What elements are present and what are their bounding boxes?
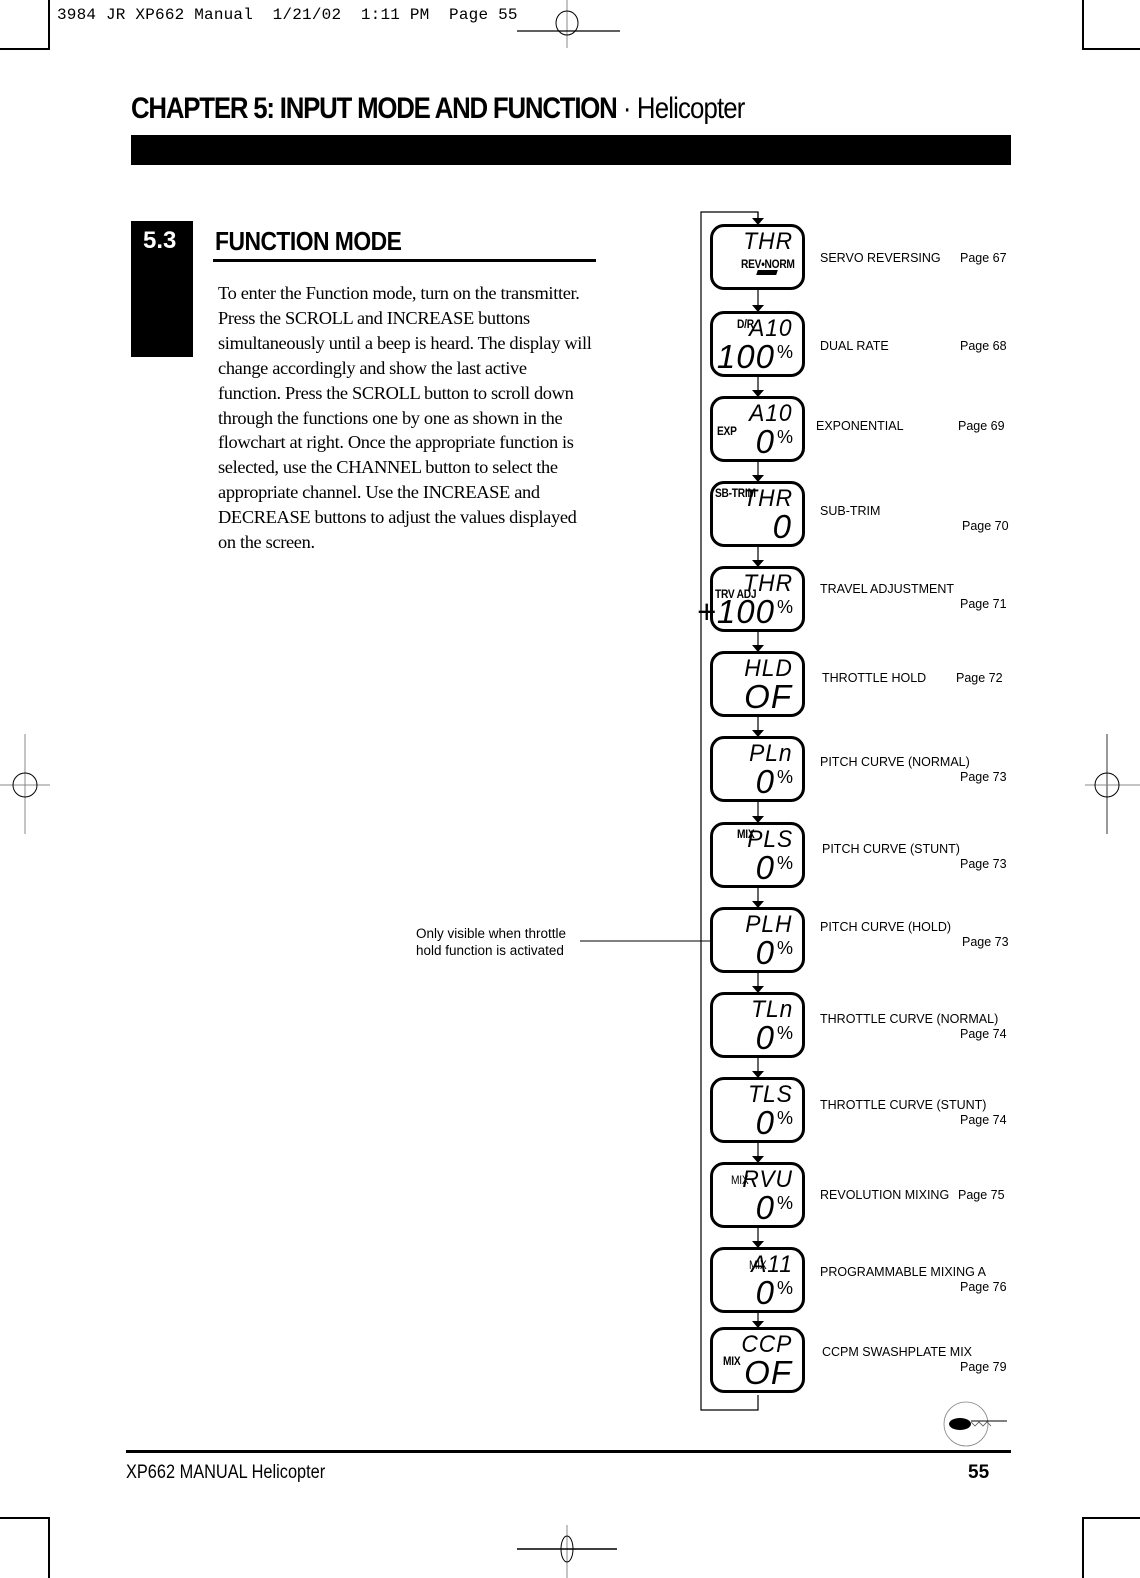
lcd-value-number: 0	[755, 849, 775, 886]
lcd-value: 0%	[756, 1189, 794, 1227]
lcd-pitch-curve-stunt: PLS MIX 0%	[710, 822, 805, 888]
lcd-throttle-curve-normal: TLn 0%	[710, 992, 805, 1058]
function-name: PITCH CURVE (STUNT)	[822, 842, 960, 856]
function-page: Page 73	[962, 935, 1009, 949]
lcd-value-number: 0	[755, 1189, 775, 1226]
function-name: THROTTLE CURVE (NORMAL)	[820, 1012, 999, 1026]
lcd-value: OF	[744, 678, 794, 716]
lcd-mode-label: REV•NORM	[741, 257, 795, 271]
lcd-value: 0%	[756, 1019, 794, 1057]
throttle-hold-note: Only visible when throttle hold function…	[416, 925, 566, 959]
lcd-mode-label: MIX	[749, 1258, 767, 1272]
flowchart-connectors	[580, 211, 764, 1411]
function-name: PROGRAMMABLE MIXING A	[820, 1265, 987, 1279]
function-name: TRAVEL ADJUSTMENT	[820, 582, 955, 596]
function-name: CCPM SWASHPLATE MIX	[822, 1345, 973, 1359]
lcd-value: 0%	[756, 1104, 794, 1142]
lcd-value: 100%	[717, 338, 794, 376]
lcd-value-number: 0	[755, 1274, 775, 1311]
lcd-value-number: 0	[755, 1104, 775, 1141]
lcd-servo-reversing: THR REV•NORM	[710, 224, 805, 290]
function-name: SERVO REVERSING	[820, 251, 941, 265]
footer-manual-title: XP662 MANUAL Helicopter	[126, 1462, 326, 1483]
lcd-mode-label: MIX	[737, 827, 755, 841]
lcd-percent: %	[776, 1278, 794, 1298]
lcd-value-number: 0	[755, 423, 775, 460]
lcd-percent: %	[776, 427, 794, 447]
lcd-mode-label: SB-TRIM	[715, 486, 756, 500]
lcd-value: 0%	[756, 423, 794, 461]
function-name: DUAL RATE	[820, 339, 889, 353]
lcd-exponential: A10 EXP 0%	[710, 396, 805, 462]
function-page: Page 70	[962, 519, 1009, 533]
lcd-value-number: +100	[696, 593, 775, 630]
helicopter-logo-icon	[943, 1401, 1007, 1447]
lcd-percent: %	[776, 1193, 794, 1213]
function-name: PITCH CURVE (NORMAL)	[820, 755, 970, 769]
lcd-value: OF	[744, 1354, 794, 1392]
lcd-revolution-mixing: RVU MIX 0%	[710, 1162, 805, 1228]
lcd-throttle-curve-stunt: TLS 0%	[710, 1077, 805, 1143]
lcd-dash-indicator	[756, 270, 778, 275]
lcd-value-number: 100	[716, 338, 775, 375]
lcd-percent: %	[776, 853, 794, 873]
function-name: PITCH CURVE (HOLD)	[820, 920, 952, 934]
lcd-percent: %	[776, 938, 794, 958]
lcd-programmable-mixing-a: A11 MIX 0%	[710, 1247, 805, 1313]
function-page: Page 76	[960, 1280, 1007, 1294]
function-page: Page 68	[960, 339, 1007, 353]
function-page: Page 79	[960, 1360, 1007, 1374]
lcd-value: 0%	[756, 934, 794, 972]
lcd-pitch-curve-normal: PLn 0%	[710, 736, 805, 802]
function-page: Page 74	[960, 1113, 1007, 1127]
lcd-value-number: 0	[755, 934, 775, 971]
lcd-ccpm-swashplate-mix: CCP MIX OF	[710, 1327, 805, 1393]
function-page: Page 71	[960, 597, 1007, 611]
function-name: THROTTLE CURVE (STUNT)	[820, 1098, 987, 1112]
lcd-percent: %	[776, 1023, 794, 1043]
lcd-mode-label: EXP	[717, 424, 737, 438]
lcd-channel: THR	[742, 228, 793, 255]
note-line: hold function is activated	[416, 943, 564, 958]
lcd-value-number: OF	[744, 1354, 792, 1391]
note-line: Only visible when throttle	[416, 926, 567, 941]
footer-rule	[126, 1450, 1011, 1453]
lcd-value-number: OF	[744, 678, 792, 715]
lcd-value-number: 0	[755, 1019, 775, 1056]
function-name: SUB-TRIM	[820, 504, 881, 518]
lcd-value-number: 0	[772, 508, 792, 545]
function-name: REVOLUTION MIXING	[820, 1188, 950, 1202]
function-page: Page 73	[960, 770, 1007, 784]
lcd-percent: %	[776, 1108, 794, 1128]
lcd-value: 0%	[756, 849, 794, 887]
lcd-sub-trim: THR SB-TRIM 0	[710, 481, 805, 547]
lcd-dual-rate: A10 D/R 100%	[710, 311, 805, 377]
lcd-pitch-curve-hold: PLH 0%	[710, 907, 805, 973]
lcd-value: 0%	[756, 1274, 794, 1312]
lcd-value: 0	[773, 508, 794, 546]
lcd-value: +100%	[697, 593, 794, 631]
lcd-mode-label: MIX	[731, 1173, 749, 1187]
loop-back-line	[700, 211, 759, 1411]
lcd-percent: %	[776, 767, 794, 787]
lcd-value-number: 0	[755, 763, 775, 800]
function-name: EXPONENTIAL	[816, 419, 904, 433]
function-name: THROTTLE HOLD	[822, 671, 927, 685]
footer-page-number: 55	[968, 1462, 990, 1483]
function-page: Page 74	[960, 1027, 1007, 1041]
lcd-mode-label: D/R	[737, 317, 754, 331]
lcd-percent: %	[776, 342, 794, 362]
lcd-travel-adjustment: THR TRV ADJ +100%	[697, 566, 805, 632]
function-page: Page 73	[960, 857, 1007, 871]
function-page: Page 69	[958, 419, 1005, 433]
function-page: Page 72	[956, 671, 1003, 685]
lcd-mode-label: MIX	[723, 1354, 741, 1368]
function-page: Page 67	[960, 251, 1007, 265]
lcd-value: 0%	[756, 763, 794, 801]
lcd-throttle-hold: HLD OF	[710, 651, 805, 717]
function-page: Page 75	[958, 1188, 1005, 1202]
lcd-percent: %	[776, 597, 794, 617]
